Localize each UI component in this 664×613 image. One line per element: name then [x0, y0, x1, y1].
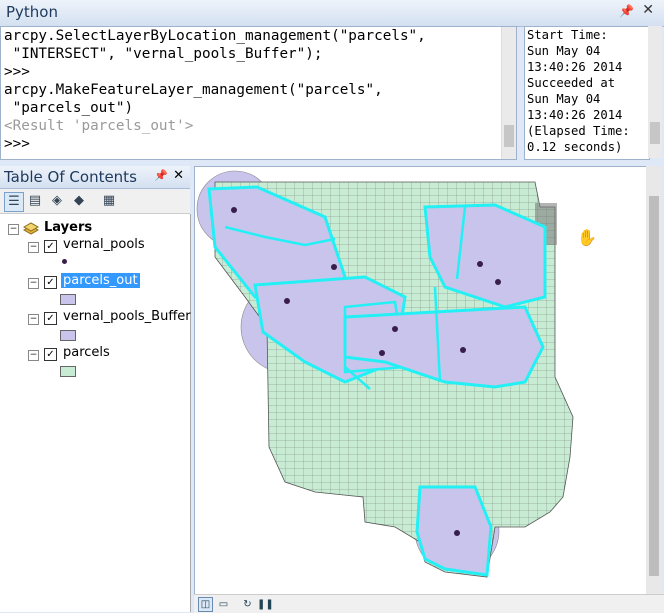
layer-visibility-checkbox[interactable]: ✓ [44, 240, 57, 253]
vernal-pool-point [454, 530, 460, 536]
help-line: Sun May 04 [527, 44, 601, 58]
help-line: 13:40:26 2014 [527, 108, 623, 122]
vernal-pool-point [392, 326, 398, 332]
polygon-symbol [60, 366, 76, 377]
vernal-pool-point [331, 264, 337, 270]
toc-toolbar: ☰ ▤ ◈ ◆ ▦ [0, 189, 190, 214]
python-help-pane: Start Time: Sun May 04 13:40:26 2014 Suc… [524, 26, 650, 160]
layer-name-vernal-pools-buffer[interactable]: vernal_pools_Buffer [63, 309, 191, 324]
vernal-pool-point [379, 350, 385, 356]
code-result-line: <Result 'parcels_out'> [4, 118, 194, 134]
toc-tree: − Layers − ✓ vernal_pools − ✓ parcels_ou… [0, 214, 191, 612]
list-by-visibility-icon[interactable]: ◈ [48, 192, 66, 210]
layers-icon [22, 222, 40, 235]
collapse-icon[interactable]: − [8, 224, 19, 235]
scroll-thumb[interactable] [649, 196, 659, 576]
layer-name-parcels-out[interactable]: parcels_out [61, 273, 140, 288]
map-scrollbar[interactable] [646, 166, 662, 594]
help-line: 13:40:26 2014 [527, 60, 623, 74]
polygon-symbol [60, 330, 76, 341]
layer-visibility-checkbox[interactable]: ✓ [44, 276, 57, 289]
point-symbol [62, 259, 67, 264]
collapse-icon[interactable]: − [28, 242, 39, 253]
help-line: Start Time: [527, 28, 608, 42]
code-line: arcpy.SelectLayerByLocation_management("… [4, 28, 426, 44]
pan-hand-cursor-icon: ✋ [577, 228, 597, 247]
vernal-pool-point [495, 279, 501, 285]
options-icon[interactable]: ▦ [100, 192, 118, 210]
help-line: (Elapsed Time: [527, 124, 630, 138]
pin-icon[interactable]: 📌 [154, 169, 168, 182]
collapse-icon[interactable]: − [28, 278, 39, 289]
toc-title: Table Of Contents [4, 168, 137, 186]
close-icon[interactable]: ✕ [642, 2, 654, 18]
python-console[interactable]: arcpy.SelectLayerByLocation_management("… [0, 26, 517, 160]
help-scrollbar[interactable] [648, 26, 662, 158]
pin-icon[interactable]: 📌 [619, 4, 634, 18]
collapse-icon[interactable]: − [28, 314, 39, 325]
vernal-pool-point [231, 207, 237, 213]
code-line: "parcels_out") [4, 100, 134, 116]
pause-drawing-icon[interactable]: ❚❚ [256, 597, 274, 612]
layer-visibility-checkbox[interactable]: ✓ [44, 312, 57, 325]
code-line: >>> [4, 64, 30, 80]
layer-visibility-checkbox[interactable]: ✓ [44, 348, 57, 361]
layer-name-parcels[interactable]: parcels [63, 345, 110, 360]
code-prompt: >>> [4, 136, 30, 152]
layer-name-vernal-pools[interactable]: vernal_pools [63, 237, 145, 252]
python-window-titlebar: Python 📌 ✕ [0, 0, 664, 27]
layout-view-icon[interactable]: ▭ [216, 597, 231, 612]
toc-root-label[interactable]: Layers [44, 220, 92, 235]
help-line: Sun May 04 [527, 92, 601, 106]
list-by-source-icon[interactable]: ▤ [26, 192, 44, 210]
map-view[interactable]: ✋ [194, 166, 662, 596]
list-by-selection-icon[interactable]: ◆ [70, 192, 88, 210]
scroll-thumb[interactable] [650, 122, 660, 144]
console-scrollbar[interactable] [501, 27, 516, 159]
refresh-icon[interactable]: ↻ [240, 597, 255, 612]
code-line: "INTERSECT", "vernal_pools_Buffer"); [4, 46, 323, 62]
toc-titlebar: Table Of Contents 📌 ✕ [0, 166, 190, 189]
close-icon[interactable]: ✕ [173, 168, 184, 183]
collapse-icon[interactable]: − [28, 350, 39, 361]
data-view-icon[interactable]: ◫ [198, 597, 213, 612]
vernal-pool-point [460, 347, 466, 353]
vernal-pool-point [284, 298, 290, 304]
help-line: 0.12 seconds) [527, 140, 623, 154]
vernal-pool-point [477, 261, 483, 267]
list-by-drawing-order-icon[interactable]: ☰ [4, 192, 24, 212]
scroll-thumb[interactable] [504, 125, 514, 147]
code-line: arcpy.MakeFeatureLayer_management("parce… [4, 82, 383, 98]
map-canvas[interactable]: ✋ [195, 167, 661, 595]
polygon-symbol [60, 294, 76, 305]
help-line: Succeeded at [527, 76, 616, 90]
map-status-bar: ◫ ▭ ↻ ❚❚ [194, 594, 664, 613]
python-window-title: Python [6, 3, 58, 21]
